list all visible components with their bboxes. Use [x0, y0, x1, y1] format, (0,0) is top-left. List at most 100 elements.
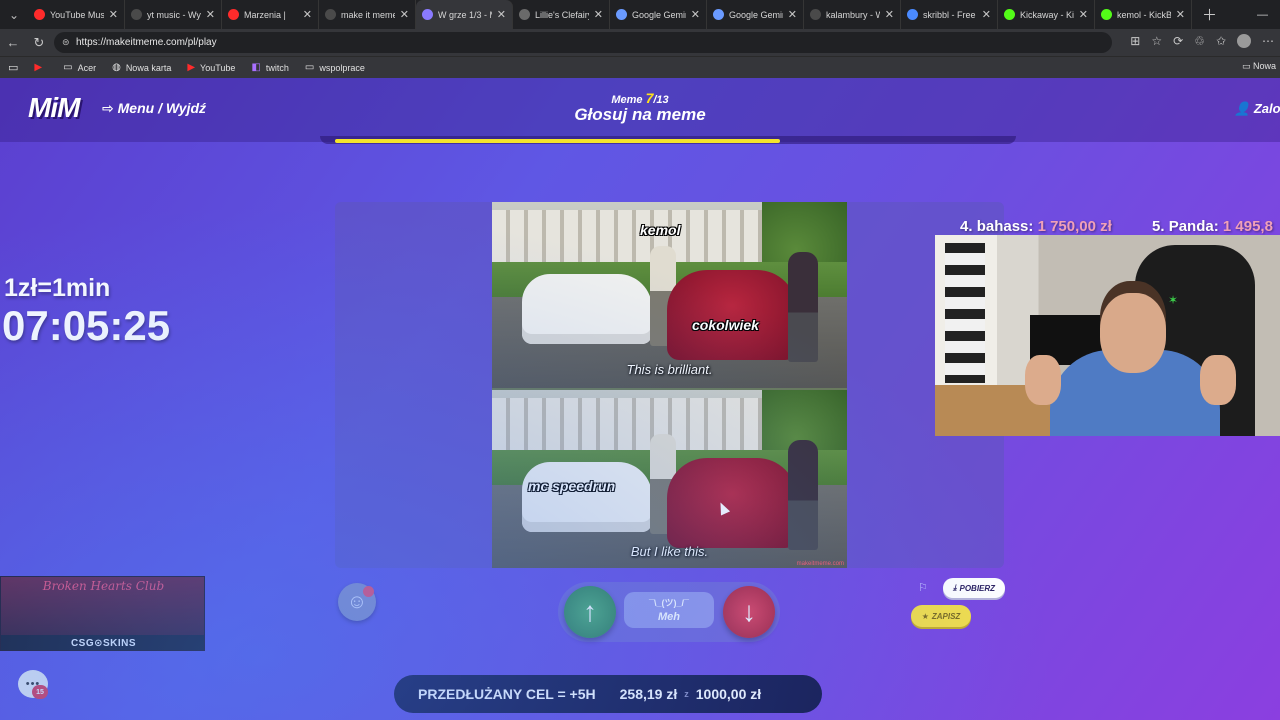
tab-favicon-icon [34, 9, 45, 20]
tab-close-icon[interactable]: ✕ [1079, 8, 1088, 21]
tab-close-icon[interactable]: ✕ [206, 8, 215, 21]
browser-tab[interactable]: YouTube Music ✕ [28, 0, 125, 29]
tab-favicon-icon [1101, 9, 1112, 20]
minimize-icon[interactable]: — [1257, 9, 1268, 21]
extensions-icon[interactable]: ⟳ [1173, 34, 1183, 51]
tab-favicon-icon [907, 9, 918, 20]
bookmark-item[interactable]: ▭ Acer [63, 62, 96, 73]
tab-title: W grze 1/3 - M [438, 9, 492, 20]
game-page: MiM ⇨ Menu / Wyjdź Meme 7/13 Głosuj na m… [0, 78, 1280, 720]
tab-title: YouTube Music [50, 9, 104, 20]
meme-panel-bottom: mc speedrun But I like this. makeitmeme.… [492, 390, 847, 568]
report-flag-icon[interactable]: ⚐ [918, 581, 928, 594]
chat-count-badge: 15 [32, 685, 48, 699]
bookmark-item[interactable]: ▶ [34, 62, 47, 73]
arrow-up-icon: ↑ [583, 596, 597, 627]
save-label: ZAPISZ [931, 611, 961, 621]
tab-search-chevron-icon[interactable]: ⌄ [0, 0, 28, 29]
tab-favicon-icon [228, 9, 239, 20]
tab-close-icon[interactable]: ✕ [885, 8, 894, 21]
round-counter: Meme 7/13 [0, 90, 1280, 106]
tab-close-icon[interactable]: ✕ [691, 8, 700, 21]
tab-title: kalambury - W [826, 9, 880, 20]
reload-icon[interactable]: ↻ [26, 35, 52, 51]
bookmark-item[interactable]: ◍ Nowa karta [112, 62, 171, 73]
meme-panel-top: kemol cokolwiek This is brilliant. [492, 202, 847, 388]
folder-icon: ▭ [63, 62, 73, 73]
bookmarks-bar: ▭ ▶ ▭ Acer ◍ Nowa karta ▶ YouTube ◧ twitch ▭ wspol… [0, 56, 1280, 78]
tab-close-icon[interactable]: ✕ [303, 8, 312, 21]
meme-caption-bottom: But I like this. [630, 544, 709, 559]
browser-tab[interactable]: make it meme ✕ [319, 0, 416, 29]
tab-title: make it meme [341, 9, 395, 20]
download-label: POBIERZ [959, 583, 996, 593]
youtube-icon: ▶ [187, 62, 196, 73]
browser-tab[interactable]: kalambury - W ✕ [804, 0, 901, 29]
browser-tab[interactable]: W grze 1/3 - M ✕ [416, 0, 513, 29]
webcam-feed: ✶ [935, 235, 1280, 436]
browser-essentials-icon[interactable]: ♲ [1194, 34, 1205, 51]
tab-close-icon[interactable]: ✕ [594, 8, 603, 21]
tab-favicon-icon [325, 9, 336, 20]
bookmark-star-icon[interactable]: ☆ [1151, 34, 1162, 51]
bookmark-item[interactable]: ▶ YouTube [187, 62, 235, 73]
tab-close-icon[interactable]: ✕ [982, 8, 991, 21]
login-button[interactable]: 👤 Zaloguj [1234, 101, 1280, 117]
browser-tab[interactable]: Google Gemini ✕ [707, 0, 804, 29]
folder-icon: ▭ [304, 62, 315, 73]
goal-target: 1000,00 zł [695, 686, 762, 702]
tab-close-icon[interactable]: ✕ [497, 8, 506, 21]
meme-image: kemol cokolwiek This is brilliant. mc sp… [492, 202, 847, 568]
tab-close-icon[interactable]: ✕ [109, 8, 118, 21]
emoji-notification-badge [363, 586, 374, 597]
tab-favicon-icon [1004, 9, 1015, 20]
tab-close-icon[interactable]: ✕ [788, 8, 797, 21]
tab-title: Lillie's Clefairy [535, 9, 589, 20]
arrow-down-icon: ↓ [742, 596, 756, 627]
bookmark-label: Acer [77, 62, 97, 73]
razer-logo-icon: ✶ [1168, 293, 1179, 307]
bookmark-label: YouTube [200, 62, 236, 73]
save-button[interactable]: ★ ZAPISZ [911, 605, 971, 627]
tab-close-icon[interactable]: ✕ [1176, 8, 1185, 21]
toolbar-icons: ⊞ ☆ ⟳ ♲ ✩ ⋯ [1130, 34, 1274, 51]
bookmark-item[interactable]: ◧ twitch [251, 62, 288, 73]
browser-tab[interactable]: skribbl - Free M ✕ [901, 0, 998, 29]
goal-separator: z [684, 689, 689, 699]
favorites-icon[interactable]: ✩ [1216, 34, 1226, 51]
tab-title: Google Gemini [729, 9, 783, 20]
new-tab-button[interactable]: ＋ [1192, 4, 1227, 25]
browser-tab[interactable]: Marzenia | ✕ [222, 0, 319, 29]
shrug-icon: ¯\_(ツ)_/¯ [649, 598, 689, 608]
install-app-icon[interactable]: ⊞ [1130, 34, 1140, 51]
browser-tab[interactable]: Lillie's Clefairy ✕ [513, 0, 610, 29]
round-progress-fill [335, 139, 780, 143]
back-arrow-icon[interactable]: ← [0, 35, 26, 50]
window-controls: — [1257, 9, 1280, 21]
site-info-icon[interactable]: ⊜ [62, 37, 70, 48]
bookmark-label: wspolprace [319, 62, 365, 73]
tab-close-icon[interactable]: ✕ [400, 8, 409, 21]
bookmark-item[interactable]: ▭ wspolprace [305, 62, 365, 73]
browser-tab[interactable]: kemol - KickBo ✕ [1095, 0, 1192, 29]
bookmark-folder-right[interactable]: ▭ Nowa [1242, 61, 1276, 72]
download-button[interactable]: ⤓ POBIERZ [943, 578, 1005, 598]
tab-title: skribbl - Free M [923, 9, 977, 20]
star-icon: ★ [921, 611, 929, 621]
more-menu-icon[interactable]: ⋯ [1262, 34, 1274, 51]
browser-tab[interactable]: yt music - Wysz ✕ [125, 0, 222, 29]
sponsor-band: CSG⊙SKINS [1, 635, 204, 650]
downvote-button[interactable]: ↓ [723, 586, 775, 638]
meme-label-car: cokolwiek [692, 317, 759, 333]
profile-avatar-icon[interactable] [1237, 34, 1251, 51]
browser-tab[interactable]: Google Gemini ✕ [610, 0, 707, 29]
tab-favicon-icon [810, 9, 821, 20]
browser-tab[interactable]: Kickaway - Kick ✕ [998, 0, 1095, 29]
url-field[interactable]: ⊜ https://makeitmeme.com/pl/play [54, 32, 1112, 53]
login-label: Zaloguj [1253, 101, 1280, 116]
goal-current: 258,19 zł [619, 686, 678, 702]
reading-list-icon[interactable]: ▭ [8, 61, 18, 74]
upvote-button[interactable]: ↑ [564, 586, 616, 638]
meh-vote-button[interactable]: ¯\_(ツ)_/¯ Meh [624, 592, 714, 628]
meme-watermark: makeitmeme.com [796, 561, 844, 567]
